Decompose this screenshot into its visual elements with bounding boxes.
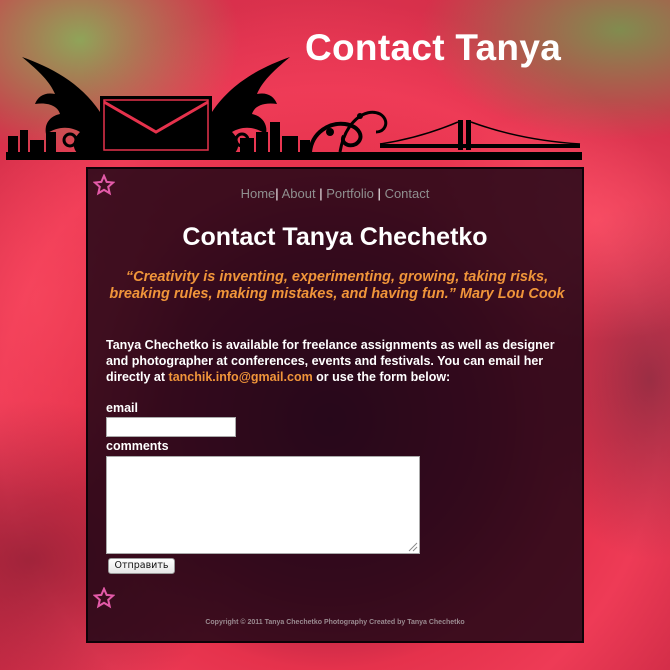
nav-about[interactable]: About [282, 186, 316, 201]
nav-home[interactable]: Home [241, 186, 276, 201]
nav-contact[interactable]: Contact [385, 186, 430, 201]
email-link[interactable]: tanchik.info@gmail.com [169, 370, 313, 384]
envelope-wings-skyline-icon [6, 57, 582, 160]
intro-text: Tanya Chechetko is available for freelan… [106, 337, 576, 385]
email-field[interactable] [106, 417, 236, 437]
nav-separator: | [275, 186, 279, 201]
comments-label: comments [106, 439, 169, 453]
intro-suffix: or use the form below: [312, 370, 451, 384]
email-label: email [106, 401, 138, 415]
submit-button[interactable]: Отправить [108, 558, 175, 574]
footer-copyright: Copyright © 2011 Tanya Chechetko Photogr… [205, 619, 465, 626]
comments-field[interactable] [106, 456, 420, 554]
quote-text: “Creativity is inventing, experimenting,… [109, 269, 565, 302]
resize-grip-icon[interactable] [406, 540, 418, 552]
nav-portfolio[interactable]: Portfolio [326, 186, 374, 201]
main-nav: Home| About | Portfolio | Contact [88, 186, 582, 201]
page-heading: Contact Tanya Chechetko [182, 223, 488, 251]
content-panel: Home| About | Portfolio | Contact Contac… [86, 167, 584, 643]
nav-separator: | [319, 186, 323, 201]
star-outline-icon [93, 587, 115, 609]
nav-separator: | [377, 186, 381, 201]
